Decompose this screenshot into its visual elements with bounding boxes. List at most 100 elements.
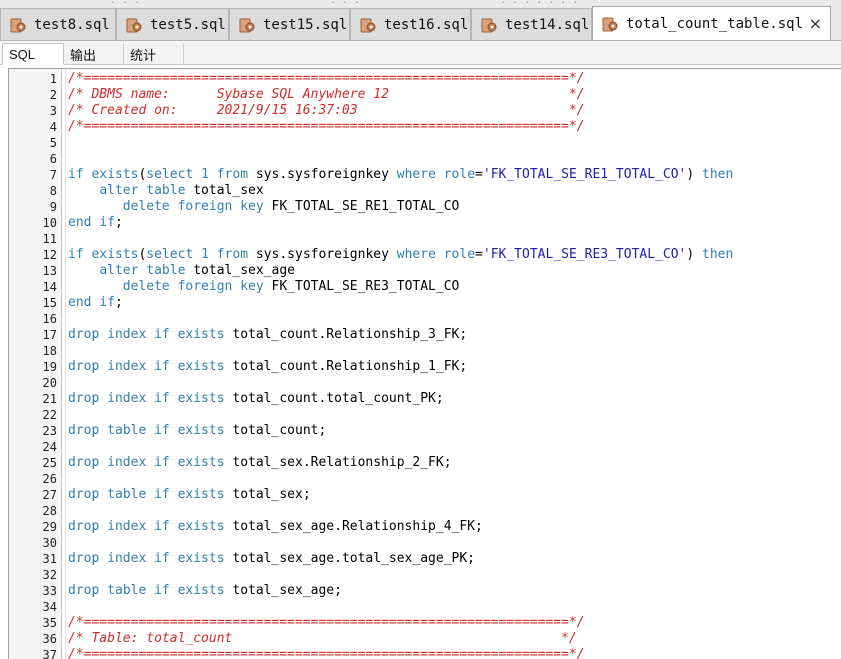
code-text: drop table if exists total_sex_age; bbox=[68, 583, 342, 599]
line-number: 17 bbox=[42, 328, 57, 342]
editor-tab-bar: . . . . . . . . . . . . . test8.sql test… bbox=[0, 0, 841, 40]
code-text: drop table if exists total_sex; bbox=[68, 487, 311, 503]
code-token: /*======================================… bbox=[68, 615, 585, 630]
tab-test15[interactable]: test15.sql bbox=[229, 8, 350, 40]
code-token: drop table if exists bbox=[68, 423, 225, 438]
code-token: total_count.total_count_PK; bbox=[224, 391, 444, 406]
code-token: /*======================================… bbox=[68, 71, 585, 86]
line-number: 37 bbox=[42, 648, 57, 659]
code-token: /* Table: total_count */ bbox=[68, 631, 577, 646]
code-token: total_count; bbox=[224, 423, 327, 438]
line-number: 5 bbox=[49, 136, 57, 150]
code-token: /*======================================… bbox=[68, 647, 585, 659]
sql-editor[interactable]: 1 /*=====================================… bbox=[8, 68, 841, 659]
view-tab-bar: SQL 输出 统计 bbox=[0, 41, 841, 65]
code-token: drop index if exists bbox=[68, 327, 225, 342]
line-number: 18 bbox=[42, 344, 57, 358]
code-token: then bbox=[702, 167, 734, 182]
code-text: /*======================================… bbox=[68, 119, 585, 135]
line-number: 24 bbox=[42, 440, 57, 454]
code-token: 'FK_TOTAL_SE_RE1_TOTAL_CO' bbox=[482, 167, 687, 182]
tab-label: total_count_table.sql bbox=[626, 16, 804, 32]
sql-file-icon bbox=[360, 18, 376, 32]
code-text: /*======================================… bbox=[68, 647, 585, 659]
line-number: 11 bbox=[42, 232, 57, 246]
code-token: ) bbox=[686, 167, 703, 182]
code-token: sys.sysforeignkey bbox=[248, 167, 397, 182]
code-text: drop index if exists total_sex.Relations… bbox=[68, 455, 452, 471]
tab-test8[interactable]: test8.sql bbox=[0, 8, 116, 40]
code-token: then bbox=[702, 247, 734, 262]
tab-test5[interactable]: test5.sql bbox=[116, 8, 229, 40]
line-number: 23 bbox=[42, 424, 57, 438]
line-number: 12 bbox=[42, 248, 57, 262]
code-text: /*======================================… bbox=[68, 71, 585, 87]
tab-label: test15.sql bbox=[263, 16, 348, 33]
code-token: 1 bbox=[201, 247, 209, 262]
sql-file-icon bbox=[481, 18, 497, 32]
line-number: 29 bbox=[42, 520, 57, 534]
code-token: 'FK_TOTAL_SE_RE3_TOTAL_CO' bbox=[482, 247, 687, 262]
code-token: end if bbox=[68, 215, 115, 230]
code-token: drop index if exists bbox=[68, 455, 225, 470]
line-number: 25 bbox=[42, 456, 57, 470]
line-number: 9 bbox=[49, 200, 57, 214]
code-token: total_sex_age.Relationship_4_FK; bbox=[224, 519, 483, 534]
clipped-text: . . . bbox=[330, 0, 370, 5]
code-token: delete foreign key bbox=[122, 279, 264, 294]
tab-sql[interactable]: SQL bbox=[2, 43, 64, 65]
clipped-text: . . . bbox=[110, 0, 150, 5]
code-token: = bbox=[475, 167, 483, 182]
line-number: 13 bbox=[42, 264, 57, 278]
code-token: drop table if exists bbox=[68, 487, 225, 502]
code-token: where bbox=[396, 247, 436, 262]
line-number: 30 bbox=[42, 536, 57, 550]
line-number: 19 bbox=[42, 360, 57, 374]
code-text: drop index if exists total_sex_age.total… bbox=[68, 551, 475, 567]
code-token: where bbox=[396, 167, 436, 182]
code-text: end if; bbox=[68, 215, 123, 231]
code-token: total_sex_age bbox=[185, 263, 295, 278]
sql-file-icon bbox=[602, 17, 618, 32]
line-number: 27 bbox=[42, 488, 57, 502]
tab-output[interactable]: 输出 bbox=[64, 43, 124, 65]
tab-total-count-table[interactable]: total_count_table.sql × bbox=[592, 6, 831, 40]
code-token: drop index if exists bbox=[68, 519, 225, 534]
code-text: if exists(select 1 from sys.sysforeignke… bbox=[68, 167, 733, 183]
tab-test16[interactable]: test16.sql bbox=[350, 8, 471, 40]
tab-label: test5.sql bbox=[150, 16, 226, 33]
code-text: /*======================================… bbox=[68, 615, 585, 631]
code-token: from bbox=[216, 247, 249, 262]
code-token: role bbox=[443, 167, 476, 182]
code-text: drop index if exists total_count.Relatio… bbox=[68, 327, 467, 343]
code-token: total_sex_age.total_sex_age_PK; bbox=[224, 551, 475, 566]
code-token: drop index if exists bbox=[68, 551, 225, 566]
close-tab-icon[interactable]: × bbox=[809, 14, 822, 33]
line-number: 2 bbox=[49, 88, 57, 102]
code-token: FK_TOTAL_SE_RE3_TOTAL_CO bbox=[263, 279, 460, 294]
line-number: 26 bbox=[42, 472, 57, 486]
code-token: ; bbox=[114, 295, 123, 310]
code-text: drop index if exists total_count.total_c… bbox=[68, 391, 444, 407]
tab-label: test8.sql bbox=[34, 16, 110, 33]
sql-file-icon bbox=[10, 18, 26, 32]
line-number: 20 bbox=[42, 376, 57, 390]
clipped-text: . . . . . . . bbox=[500, 0, 590, 5]
line-number: 10 bbox=[42, 216, 57, 230]
tab-test14[interactable]: test14.sql bbox=[471, 8, 592, 40]
tab-statistics[interactable]: 统计 bbox=[124, 43, 184, 65]
code-token: drop index if exists bbox=[68, 391, 225, 406]
line-number: 3 bbox=[49, 104, 57, 118]
line-number: 34 bbox=[42, 600, 57, 614]
line-number: 1 bbox=[49, 72, 57, 86]
code-token: total_count.Relationship_3_FK; bbox=[224, 327, 468, 342]
code-token: total_sex bbox=[185, 183, 264, 198]
